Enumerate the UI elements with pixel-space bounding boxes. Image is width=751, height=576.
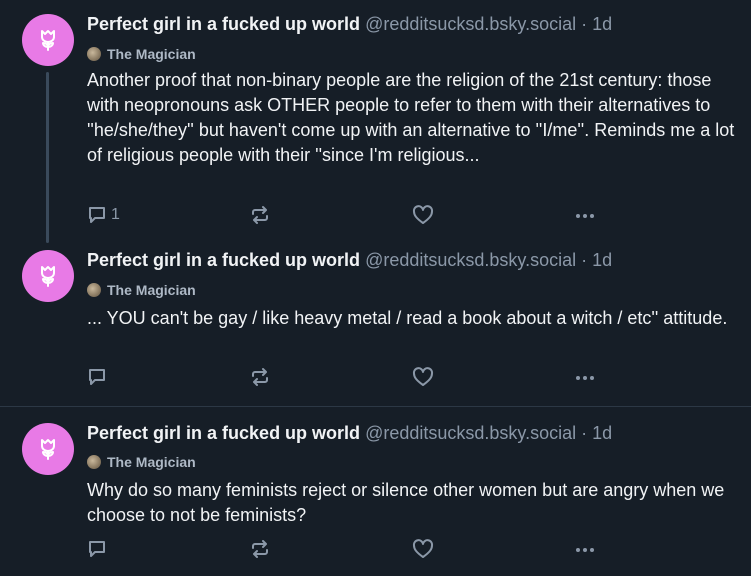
post-text: Why do so many feminists reject or silen… — [87, 480, 725, 525]
heart-icon — [412, 367, 434, 386]
post-header: Perfect girl in a fucked up world @reddi… — [87, 249, 612, 271]
author-handle[interactable]: @redditsucksd.bsky.social — [365, 14, 576, 34]
avatar[interactable] — [22, 423, 74, 475]
author-name[interactable]: Perfect girl in a fucked up world — [87, 14, 360, 34]
verification-badge: The Magician — [87, 453, 196, 471]
post-header: Perfect girl in a fucked up world @reddi… — [87, 13, 612, 35]
more-icon — [576, 376, 594, 380]
avatar[interactable] — [22, 14, 74, 66]
thread-line — [46, 72, 49, 243]
repost-button[interactable] — [249, 203, 271, 227]
like-button[interactable] — [412, 365, 434, 389]
repost-icon — [252, 540, 268, 558]
post-3[interactable]: Perfect girl in a fucked up world @reddi… — [0, 409, 751, 576]
timestamp[interactable]: 1d — [592, 423, 612, 443]
heart-icon — [412, 205, 434, 224]
badge-label: The Magician — [107, 46, 196, 62]
repost-icon — [252, 206, 268, 224]
author-handle[interactable]: @redditsucksd.bsky.social — [365, 250, 576, 270]
verification-badge: The Magician — [87, 281, 196, 299]
post-text: Another proof that non-binary people are… — [87, 70, 735, 165]
post-actions — [87, 365, 607, 389]
verification-badge: The Magician — [87, 45, 196, 63]
magician-badge-icon — [87, 47, 101, 61]
flower-icon — [41, 439, 55, 460]
reply-icon — [89, 207, 105, 223]
author-handle[interactable]: @redditsucksd.bsky.social — [365, 423, 576, 443]
separator: · — [581, 14, 588, 34]
post-divider — [0, 406, 751, 407]
post-2[interactable]: Perfect girl in a fucked up world @reddi… — [0, 236, 751, 406]
separator: · — [581, 250, 588, 270]
more-button[interactable] — [574, 537, 596, 561]
reply-button[interactable] — [87, 537, 107, 561]
post-text: ... YOU can't be gay / like heavy metal … — [87, 308, 728, 328]
reply-button[interactable] — [87, 365, 107, 389]
like-button[interactable] — [412, 537, 434, 561]
reply-icon — [89, 541, 105, 557]
more-icon — [576, 214, 594, 218]
like-button[interactable] — [412, 203, 434, 227]
more-button[interactable] — [574, 365, 596, 389]
flower-icon — [41, 30, 55, 51]
repost-button[interactable] — [249, 365, 271, 389]
reply-icon — [89, 369, 105, 385]
separator: · — [581, 423, 588, 443]
post-actions: 1 — [87, 203, 607, 227]
flower-icon — [41, 266, 55, 287]
timestamp[interactable]: 1d — [592, 14, 612, 34]
post-1[interactable]: Perfect girl in a fucked up world @reddi… — [0, 0, 751, 243]
reply-button[interactable]: 1 — [87, 203, 120, 227]
badge-label: The Magician — [107, 282, 196, 298]
more-button[interactable] — [574, 203, 596, 227]
author-name[interactable]: Perfect girl in a fucked up world — [87, 423, 360, 443]
timestamp[interactable]: 1d — [592, 250, 612, 270]
repost-icon — [252, 368, 268, 386]
reply-count: 1 — [111, 206, 120, 223]
author-name[interactable]: Perfect girl in a fucked up world — [87, 250, 360, 270]
post-actions — [87, 537, 607, 561]
magician-badge-icon — [87, 455, 101, 469]
avatar[interactable] — [22, 250, 74, 302]
magician-badge-icon — [87, 283, 101, 297]
repost-button[interactable] — [249, 537, 271, 561]
badge-label: The Magician — [107, 454, 196, 470]
heart-icon — [412, 539, 434, 558]
post-header: Perfect girl in a fucked up world @reddi… — [87, 422, 612, 444]
more-icon — [576, 548, 594, 552]
